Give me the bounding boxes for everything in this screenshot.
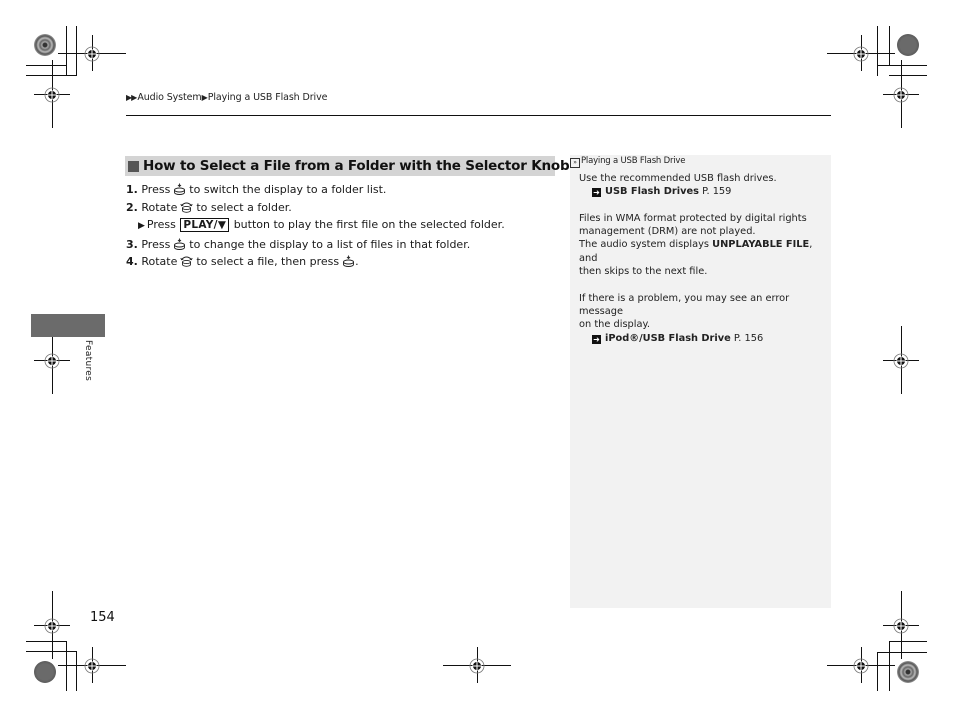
registration-target-icon (853, 46, 869, 62)
registration-target-icon (84, 658, 100, 674)
breadcrumb-item-audio-system[interactable]: Audio System (137, 92, 201, 103)
cross-reference-ipod-usb[interactable]: ➜ iPod®/USB Flash Drive P. 156 (579, 332, 829, 345)
side-note-paragraph: Files in WMA format protected by digital… (579, 212, 807, 224)
registration-target-icon (893, 353, 909, 369)
crop-line (877, 652, 878, 691)
step-number: 3. (126, 237, 138, 251)
registration-target-icon (469, 658, 485, 674)
reference-label[interactable]: iPod®/USB Flash Drive (605, 333, 731, 344)
rotate-knob-icon (180, 201, 193, 213)
cross-reference-usb-flash-drives[interactable]: ➜ USB Flash Drives P. 159 (579, 185, 829, 198)
cross-reference-icon: ➜ (592, 188, 601, 198)
steps-list: 1. Press to switch the display to a folde… (126, 181, 566, 271)
crop-line (889, 641, 927, 642)
page-number: 154 (90, 610, 115, 625)
crop-line (889, 26, 890, 66)
double-triangle-right-icon: ▶▶ (126, 93, 137, 102)
chapter-tab-label: Features (83, 340, 93, 382)
play-button-label: PLAY/▼ (180, 218, 230, 232)
step-number: 1. (126, 183, 138, 196)
step-text: Press (141, 237, 171, 251)
side-note-paragraph: Use the recommended USB flash drives. (579, 173, 777, 184)
crop-line (76, 651, 77, 691)
breadcrumb-item-usb-flash-drive[interactable]: Playing a USB Flash Drive (208, 92, 328, 103)
reference-page[interactable]: P. 156 (734, 333, 763, 344)
crop-line (26, 641, 67, 642)
substep-text: Press (146, 218, 176, 231)
crop-line (889, 641, 890, 691)
registration-target-icon (893, 618, 909, 634)
side-note-paragraph: then skips to the next file. (579, 266, 708, 278)
registration-target-icon (893, 87, 909, 103)
press-knob-icon (342, 255, 355, 267)
breadcrumb: ▶▶Audio System▶Playing a USB Flash Drive (126, 92, 327, 103)
crop-line (66, 641, 67, 691)
side-note-paragraph: The audio system displays UNPLAYABLE FIL… (579, 238, 829, 265)
reference-page[interactable]: P. 159 (702, 186, 731, 197)
crop-line (877, 65, 927, 66)
registration-target-icon (44, 353, 60, 369)
press-knob-icon (173, 238, 186, 250)
step-text: . (355, 255, 359, 268)
square-bullet-icon (128, 160, 139, 172)
registration-target-icon (853, 658, 869, 674)
step-text: to select a file, then press (196, 255, 340, 268)
step-2: 2. Rotate to select a folder. (126, 199, 566, 217)
substep: ▶ Press PLAY/▼ button to play the first f… (126, 216, 566, 236)
side-note-paragraph: on the display. (579, 319, 651, 331)
crop-line (877, 26, 878, 76)
step-1: 1. Press to switch the display to a folde… (126, 181, 566, 199)
registration-target-icon (84, 46, 100, 62)
step-number: 2. (126, 200, 138, 214)
registration-target-icon (44, 618, 60, 634)
crop-line (76, 26, 77, 76)
side-note-body: Use the recommended USB flash drives. ➜ U… (579, 172, 829, 345)
side-note-title: » Playing a USB Flash Drive (570, 156, 685, 168)
step-3: 3. Press to change the display to a list … (126, 236, 566, 254)
crop-line (877, 652, 927, 653)
color-rosette-icon (897, 34, 919, 56)
side-note-title-text: Playing a USB Flash Drive (581, 156, 686, 166)
step-text: to change the display to a list of files… (189, 237, 471, 251)
registration-target-icon (44, 87, 60, 103)
side-note-text: The audio system displays (579, 239, 713, 251)
color-rosette-icon (897, 661, 919, 683)
press-knob-icon (173, 183, 186, 195)
section-heading: How to Select a File from a Folder with … (125, 156, 570, 176)
step-text: Press (141, 183, 171, 196)
step-text: to select a folder. (196, 200, 292, 214)
substep-text: button to play the first file on the sel… (233, 218, 505, 231)
crop-line (26, 65, 67, 66)
crop-line (66, 26, 67, 76)
triangle-right-icon: ▶ (201, 93, 208, 102)
unplayable-file-text: UNPLAYABLE FILE (712, 239, 810, 251)
side-note-paragraph: management (DRM) are not played. (579, 226, 756, 238)
color-rosette-icon (34, 34, 56, 56)
reference-label[interactable]: USB Flash Drives (605, 186, 699, 197)
section-title: How to Select a File from a Folder with … (143, 158, 570, 174)
chapter-tab (31, 314, 105, 337)
note-marker-icon: » (570, 158, 580, 168)
color-rosette-icon (34, 661, 56, 683)
triangle-right-icon: ▶ (138, 221, 145, 231)
rotate-knob-icon (180, 255, 193, 267)
side-note-paragraph: If there is a problem, you may see an er… (579, 292, 790, 317)
step-text: to switch the display to a folder list. (189, 183, 387, 196)
step-text: Rotate (141, 200, 178, 214)
header-rule (126, 115, 831, 116)
cross-reference-icon: ➜ (592, 334, 601, 344)
step-4: 4. Rotate to select a file, then press. (126, 253, 566, 271)
crop-line (889, 75, 927, 76)
step-text: Rotate (141, 255, 178, 268)
step-number: 4. (126, 255, 138, 268)
